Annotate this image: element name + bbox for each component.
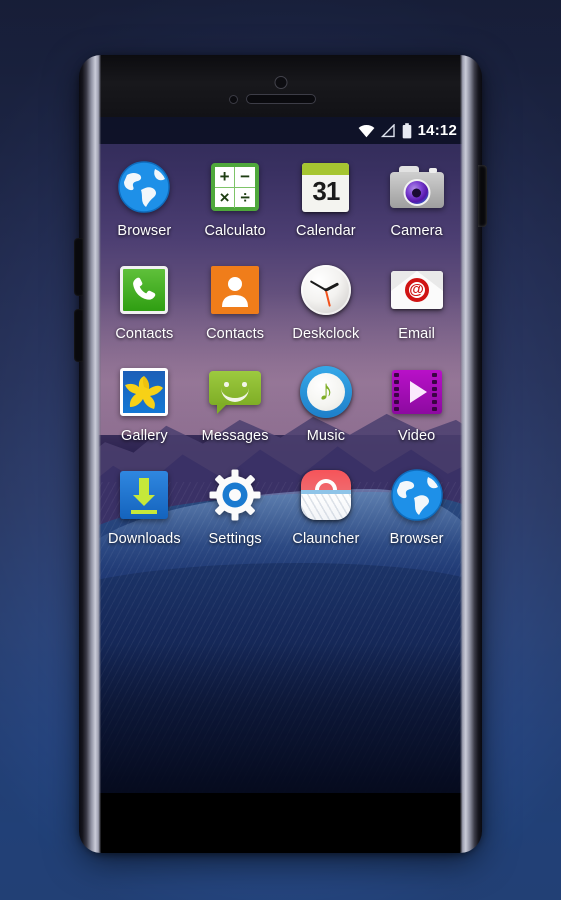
camera-icon xyxy=(388,158,446,216)
app-label: Calendar xyxy=(296,223,356,239)
status-bar-clock: 14:12 xyxy=(417,121,457,139)
phone-icon xyxy=(115,261,173,319)
app-browser-2[interactable]: Browser xyxy=(371,466,462,547)
clock-second-hand xyxy=(325,289,331,307)
wifi-icon xyxy=(358,124,375,138)
envelope-at-icon: @ xyxy=(388,261,446,319)
person-icon xyxy=(206,261,264,319)
bottom-bezel xyxy=(79,793,482,853)
app-email[interactable]: @ Email xyxy=(371,261,462,342)
calendar-icon: 31 xyxy=(297,158,355,216)
top-bezel xyxy=(79,55,482,117)
app-messages[interactable]: Messages xyxy=(190,363,281,444)
app-label: Downloads xyxy=(108,530,181,547)
app-label: Deskclock xyxy=(292,325,360,342)
power-button[interactable] xyxy=(478,165,487,227)
flower-photo-icon xyxy=(115,363,173,421)
phone-body: 14:12 Browser + − × ÷ Calculato 31 Calen… xyxy=(79,55,482,853)
calc-plus-symbol: + xyxy=(215,167,236,188)
app-label: Calculato xyxy=(204,223,266,239)
music-note-icon: ♪ xyxy=(297,363,355,421)
app-label: Music xyxy=(306,428,346,444)
phone-device: 14:12 Browser + − × ÷ Calculato 31 Calen… xyxy=(74,55,487,853)
calendar-header-bar xyxy=(302,162,350,175)
app-video[interactable]: Video xyxy=(371,363,462,444)
calc-minus-symbol: − xyxy=(235,167,256,188)
app-music[interactable]: ♪ Music xyxy=(281,363,372,444)
volume-down-button[interactable] xyxy=(74,309,83,362)
calc-times-symbol: × xyxy=(215,188,236,208)
status-bar[interactable]: 14:12 xyxy=(95,117,466,144)
gear-icon xyxy=(206,466,264,524)
app-label: Camera xyxy=(390,223,443,239)
at-symbol: @ xyxy=(404,277,429,302)
app-label: Video xyxy=(397,428,436,444)
app-contacts-people[interactable]: Contacts xyxy=(190,261,281,342)
app-label: Browser xyxy=(389,530,444,547)
battery-icon xyxy=(402,122,412,139)
globe-icon xyxy=(115,158,173,216)
app-label: Contacts xyxy=(206,325,265,342)
signal-icon xyxy=(380,123,396,138)
app-label: Settings xyxy=(208,530,262,547)
app-settings[interactable]: Settings xyxy=(190,466,281,547)
calendar-day-number: 31 xyxy=(312,176,340,206)
clock-icon xyxy=(297,261,355,319)
app-label: Messages xyxy=(201,428,269,444)
app-label: Gallery xyxy=(121,428,168,444)
shopping-basket-icon xyxy=(297,466,355,524)
front-camera xyxy=(274,76,287,89)
volume-up-button[interactable] xyxy=(74,238,83,296)
calculator-icon: + − × ÷ xyxy=(206,158,264,216)
app-gallery[interactable]: Gallery xyxy=(99,363,190,444)
clock-center-pin xyxy=(324,287,328,292)
app-label: Email xyxy=(398,325,435,342)
app-label: Contacts xyxy=(115,325,174,342)
globe-icon xyxy=(388,466,446,524)
app-grid: Browser + − × ÷ Calculato 31 Calendar Ca… xyxy=(95,150,466,546)
app-calculator[interactable]: + − × ÷ Calculato xyxy=(190,158,281,239)
app-label: Clauncher xyxy=(292,530,360,547)
phone-screen[interactable]: 14:12 Browser + − × ÷ Calculato 31 Calen… xyxy=(95,117,466,793)
app-contacts-phone[interactable]: Contacts xyxy=(99,261,190,342)
speech-bubble-smiley-icon xyxy=(206,363,264,421)
app-downloads[interactable]: Downloads xyxy=(99,466,190,547)
app-deskclock[interactable]: Deskclock xyxy=(281,261,372,342)
proximity-sensor xyxy=(229,95,238,104)
download-arrow-icon xyxy=(115,466,173,524)
app-camera[interactable]: Camera xyxy=(371,158,462,239)
calc-divide-symbol: ÷ xyxy=(240,188,250,207)
film-play-icon xyxy=(388,363,446,421)
wallpaper-bottom-fade xyxy=(95,644,466,793)
app-browser[interactable]: Browser xyxy=(99,158,190,239)
app-calendar[interactable]: 31 Calendar xyxy=(281,158,372,239)
app-label: Browser xyxy=(117,223,172,239)
app-clauncher[interactable]: Clauncher xyxy=(281,466,372,547)
earpiece-speaker xyxy=(245,94,316,104)
music-note-symbol: ♪ xyxy=(318,374,334,407)
